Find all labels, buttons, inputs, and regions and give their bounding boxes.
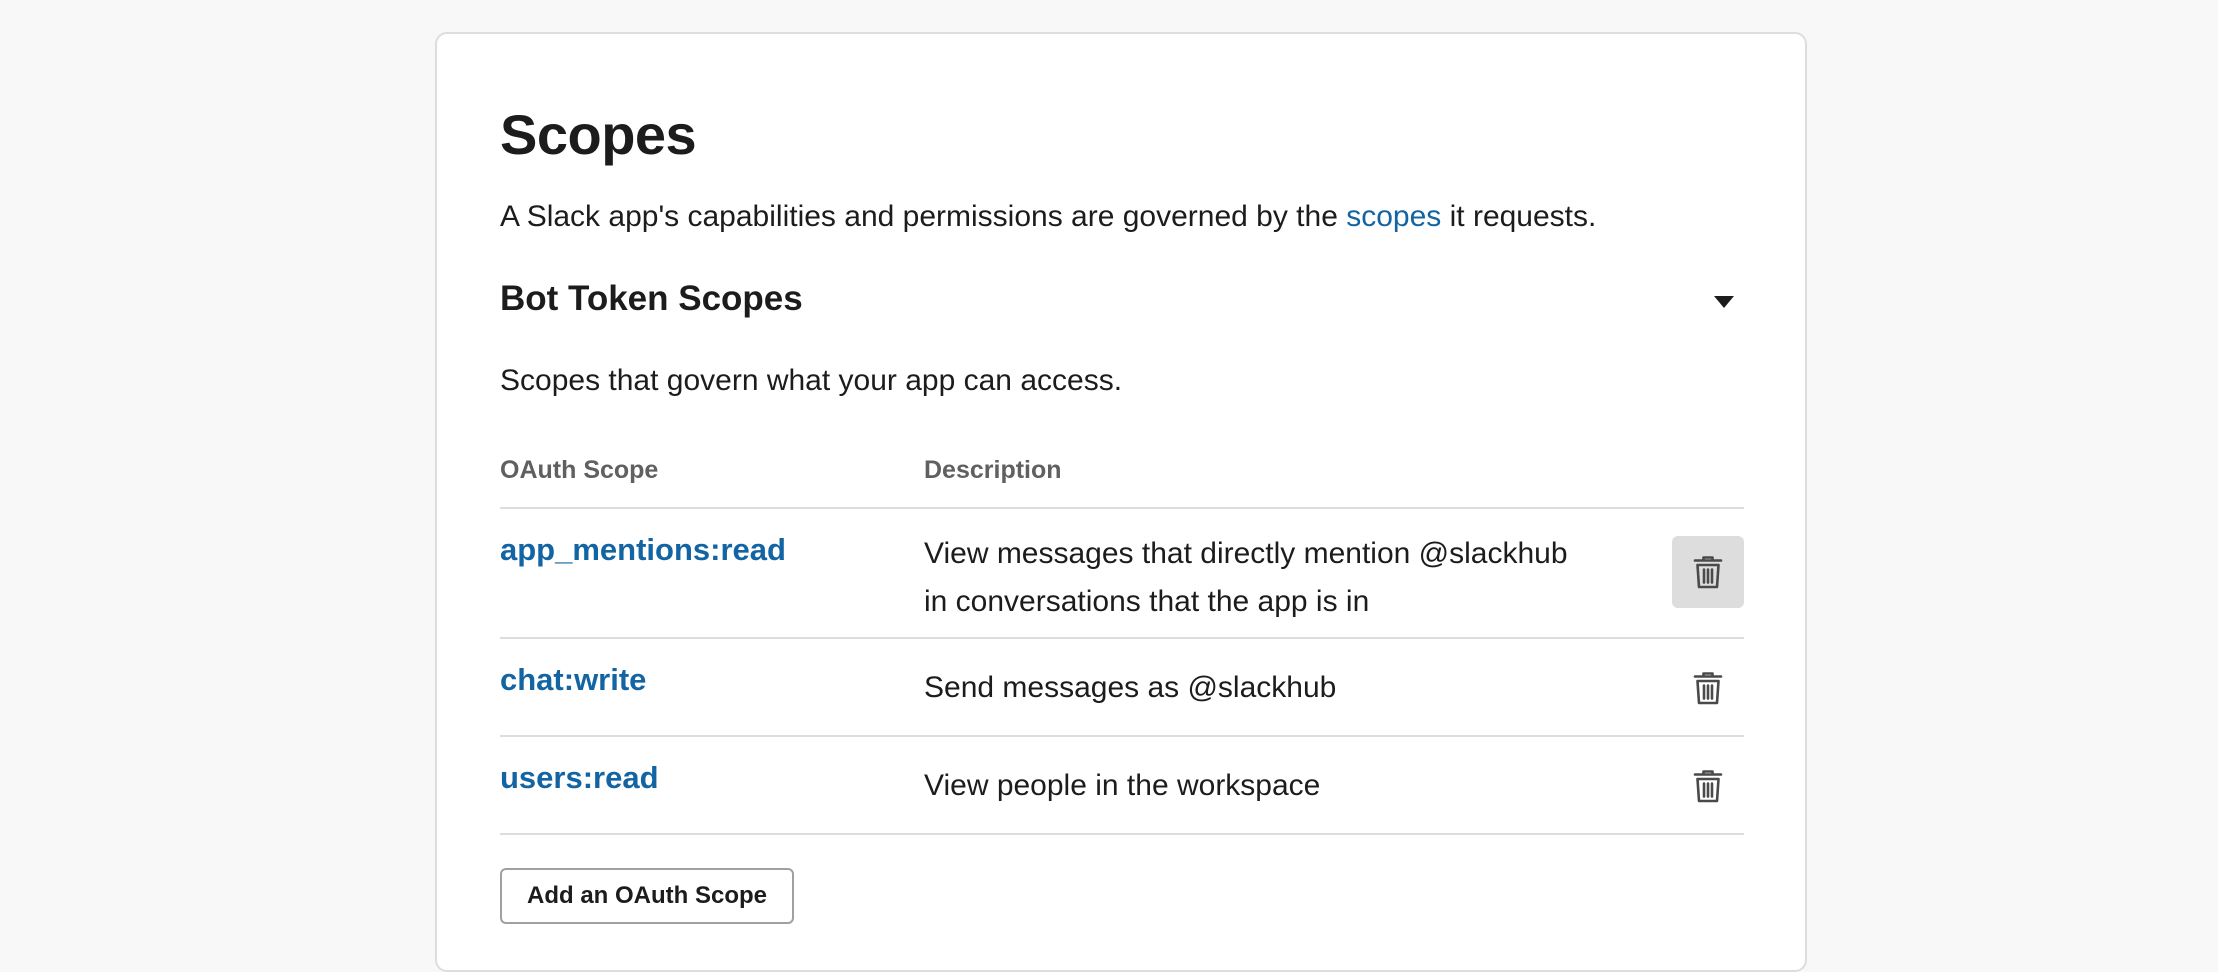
trash-icon	[1693, 672, 1723, 705]
trash-icon	[1693, 770, 1723, 803]
column-header-scope: OAuth Scope	[500, 456, 659, 484]
column-header-description: Description	[924, 456, 1062, 484]
caret-down-icon	[1714, 296, 1734, 308]
scopes-link[interactable]: scopes	[1346, 200, 1441, 233]
trash-icon	[1693, 556, 1723, 589]
scope-description: View people in the workspace	[924, 769, 1321, 802]
remove-scope-button[interactable]	[1672, 652, 1744, 724]
scope-description: View messages that directly mention @sla…	[924, 537, 1568, 618]
table-row: app_mentions:read View messages that dir…	[500, 509, 1744, 639]
remove-scope-button[interactable]	[1672, 750, 1744, 822]
intro-text: A Slack app's capabilities and permissio…	[500, 197, 1596, 237]
section-subtitle: Scopes that govern what your app can acc…	[500, 364, 1123, 397]
remove-scope-button[interactable]	[1672, 536, 1744, 608]
section-title: Bot Token Scopes	[500, 279, 803, 318]
scope-link[interactable]: chat:write	[500, 659, 646, 701]
table-row: users:read View people in the workspace	[500, 737, 1744, 835]
intro-text-after: it requests.	[1441, 200, 1597, 233]
section-collapse-toggle[interactable]	[1706, 284, 1742, 320]
page-title: Scopes	[500, 103, 697, 166]
add-oauth-scope-button[interactable]: Add an OAuth Scope	[500, 868, 794, 924]
table-row: chat:write Send messages as @slackhub	[500, 639, 1744, 737]
scopes-card: Scopes A Slack app's capabilities and pe…	[435, 32, 1807, 972]
scope-link[interactable]: users:read	[500, 757, 659, 799]
scopes-table: OAuth Scope Description app_mentions:rea…	[500, 444, 1744, 835]
scope-description: Send messages as @slackhub	[924, 671, 1337, 704]
scope-link[interactable]: app_mentions:read	[500, 529, 786, 571]
table-header: OAuth Scope Description	[500, 444, 1744, 509]
intro-text-before: A Slack app's capabilities and permissio…	[500, 200, 1347, 233]
